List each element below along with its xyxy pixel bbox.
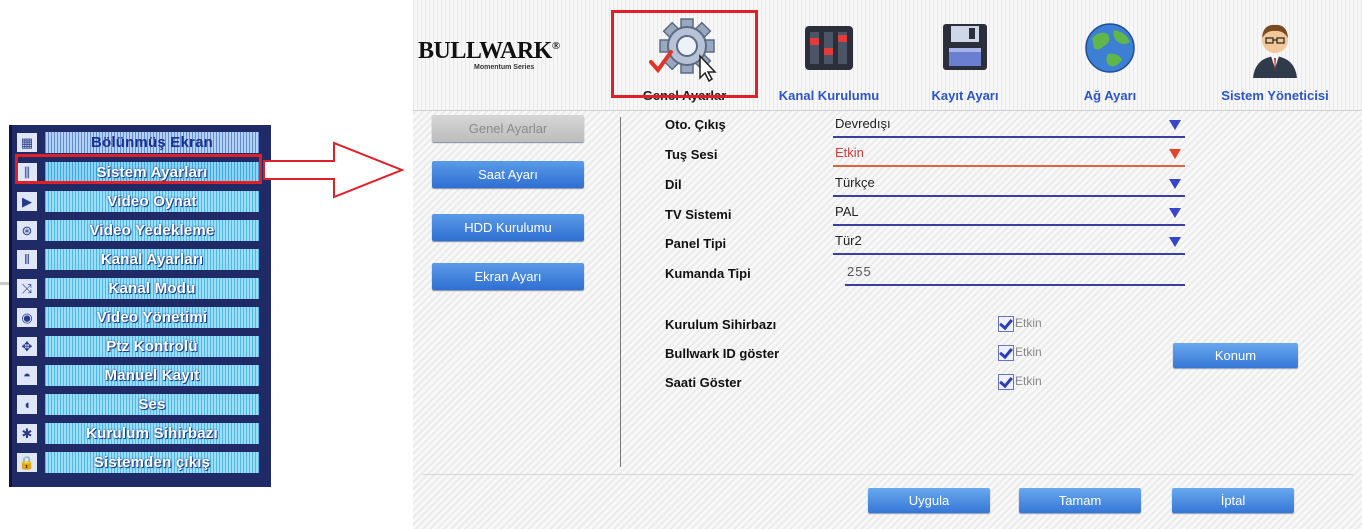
checkbox-text: Etkin bbox=[1015, 374, 1042, 388]
menu-item-label: Kanal Modu bbox=[45, 278, 259, 299]
mixer-icon bbox=[805, 26, 853, 70]
select-value: Devredışı bbox=[835, 116, 891, 131]
select-value: PAL bbox=[835, 204, 859, 219]
backup-icon: ⊛ bbox=[17, 221, 37, 240]
top-toolbar: BULLWARK® Momentum Series Genel Ayarlar … bbox=[413, 0, 1362, 111]
menu-item-label: Video Yedekleme bbox=[45, 220, 259, 241]
floppy-disk-icon bbox=[943, 24, 987, 70]
menu-item-manual-record[interactable]: ◓ Manuel Kayıt bbox=[17, 365, 259, 386]
field-label-show-bullwark-id: Bullwark ID göster bbox=[665, 346, 780, 361]
manual-record-icon: ◓ bbox=[17, 366, 37, 385]
menu-item-video-backup[interactable]: ⊛ Video Yedekleme bbox=[17, 220, 259, 241]
field-label-panel-type: Panel Tipi bbox=[665, 236, 727, 251]
play-icon: ▶ bbox=[17, 192, 37, 211]
subnav-general-settings[interactable]: Genel Ayarlar bbox=[432, 115, 584, 142]
divider bbox=[0, 282, 9, 285]
menu-item-label: Kurulum Sihirbazı bbox=[45, 423, 259, 444]
menu-item-label: Bölünmüş Ekran bbox=[45, 132, 259, 153]
select-value: Etkin bbox=[835, 145, 864, 160]
tab-system-admin[interactable]: Sistem Yöneticisi bbox=[1191, 8, 1359, 103]
checkbox-text: Etkin bbox=[1015, 345, 1042, 359]
checkbox-checked-icon bbox=[998, 316, 1014, 332]
panel-divider bbox=[620, 117, 621, 467]
ok-button[interactable]: Tamam bbox=[1019, 488, 1141, 513]
input-value: 255 bbox=[847, 264, 872, 279]
channel-settings-icon: ⫴ bbox=[17, 250, 37, 269]
menu-item-split-screen[interactable]: ▦ Bölünmüş Ekran bbox=[17, 132, 259, 153]
right-arrow-icon bbox=[263, 141, 405, 199]
chevron-down-icon bbox=[1169, 120, 1181, 130]
menu-item-label: Sistemden çıkış bbox=[45, 452, 259, 473]
select-value: Türkçe bbox=[835, 175, 875, 190]
field-label-tv-system: TV Sistemi bbox=[665, 207, 732, 222]
wizard-icon: ✱ bbox=[17, 424, 37, 443]
split-screen-icon: ▦ bbox=[17, 133, 37, 152]
subnav-time-settings[interactable]: Saat Ayarı bbox=[432, 161, 584, 188]
subnav-hdd-setup[interactable]: HDD Kurulumu bbox=[432, 214, 584, 241]
field-label-remote-type: Kumanda Tipi bbox=[665, 266, 751, 281]
menu-item-label: Kanal Ayarları bbox=[45, 249, 259, 270]
selection-highlight-box bbox=[611, 10, 758, 98]
field-label-key-sound: Tuş Sesi bbox=[665, 147, 718, 162]
bullwark-logo: BULLWARK® Momentum Series bbox=[418, 38, 598, 78]
tab-label: Sistem Yöneticisi bbox=[1221, 88, 1329, 103]
selection-highlight-box bbox=[15, 154, 262, 184]
position-button[interactable]: Konum bbox=[1173, 343, 1298, 368]
remote-type-input[interactable]: 255 bbox=[845, 264, 1185, 286]
brand-name: BULLWARK® bbox=[418, 38, 560, 64]
tab-record-settings[interactable]: Kayıt Ayarı bbox=[915, 8, 1015, 103]
chevron-down-icon bbox=[1169, 237, 1181, 247]
panel-type-select[interactable]: Tür2 bbox=[833, 233, 1185, 255]
tv-system-select[interactable]: PAL bbox=[833, 204, 1185, 226]
chevron-down-icon bbox=[1169, 208, 1181, 218]
menu-item-label: Video Yönetimi bbox=[45, 307, 259, 328]
menu-item-label: Ptz Kontrolü bbox=[45, 336, 259, 357]
menu-item-channel-settings[interactable]: ⫴ Kanal Ayarları bbox=[17, 249, 259, 270]
menu-item-label: Manuel Kayıt bbox=[45, 365, 259, 386]
chevron-down-icon bbox=[1169, 179, 1181, 189]
menu-item-audio[interactable]: ◖ Ses bbox=[17, 394, 259, 415]
dvr-settings-window: BULLWARK® Momentum Series Genel Ayarlar … bbox=[413, 0, 1362, 529]
brand-subtitle: Momentum Series bbox=[474, 64, 535, 71]
video-management-icon: ◉ bbox=[17, 308, 37, 327]
tab-channel-setup[interactable]: Kanal Kurulumu bbox=[765, 8, 893, 103]
tab-label: Ağ Ayarı bbox=[1083, 88, 1137, 103]
divider bbox=[423, 474, 1353, 475]
apply-button[interactable]: Uygula bbox=[868, 488, 990, 513]
menu-item-video-play[interactable]: ▶ Video Oynat bbox=[17, 191, 259, 212]
checkbox-text: Etkin bbox=[1015, 316, 1042, 330]
tab-label: Kanal Kurulumu bbox=[778, 88, 880, 103]
tab-network-settings[interactable]: Ağ Ayarı bbox=[1065, 8, 1155, 103]
checkbox-checked-icon bbox=[998, 345, 1014, 361]
field-label-language: Dil bbox=[665, 177, 682, 192]
select-value: Tür2 bbox=[835, 233, 862, 248]
menu-item-logout[interactable]: 🔒 Sistemden çıkış bbox=[17, 452, 259, 473]
cancel-button[interactable]: İptal bbox=[1172, 488, 1294, 513]
field-label-auto-logout: Oto. Çıkış bbox=[665, 117, 726, 132]
language-select[interactable]: Türkçe bbox=[833, 175, 1185, 197]
field-label-show-time: Saati Göster bbox=[665, 375, 742, 390]
field-label-setup-wizard: Kurulum Sihirbazı bbox=[665, 317, 777, 332]
tab-label: Kayıt Ayarı bbox=[931, 88, 999, 103]
channel-mode-icon: ⤨ bbox=[17, 279, 37, 298]
menu-item-label: Ses bbox=[45, 394, 259, 415]
menu-item-ptz-control[interactable]: ✥ Ptz Kontrolü bbox=[17, 336, 259, 357]
auto-logout-select[interactable]: Devredışı bbox=[833, 116, 1185, 138]
menu-item-setup-wizard[interactable]: ✱ Kurulum Sihirbazı bbox=[17, 423, 259, 444]
globe-icon bbox=[1085, 23, 1135, 73]
menu-edge bbox=[9, 125, 12, 487]
menu-item-label: Video Oynat bbox=[45, 191, 259, 212]
admin-user-icon bbox=[1253, 24, 1297, 78]
menu-item-channel-mode[interactable]: ⤨ Kanal Modu bbox=[17, 278, 259, 299]
checkbox-checked-icon bbox=[998, 374, 1014, 390]
menu-item-video-management[interactable]: ◉ Video Yönetimi bbox=[17, 307, 259, 328]
audio-icon: ◖ bbox=[17, 395, 37, 414]
chevron-down-icon bbox=[1169, 149, 1181, 159]
subnav-display-settings[interactable]: Ekran Ayarı bbox=[432, 263, 584, 290]
key-sound-select[interactable]: Etkin bbox=[833, 145, 1185, 167]
ptz-icon: ✥ bbox=[17, 337, 37, 356]
lock-icon: 🔒 bbox=[17, 453, 37, 472]
